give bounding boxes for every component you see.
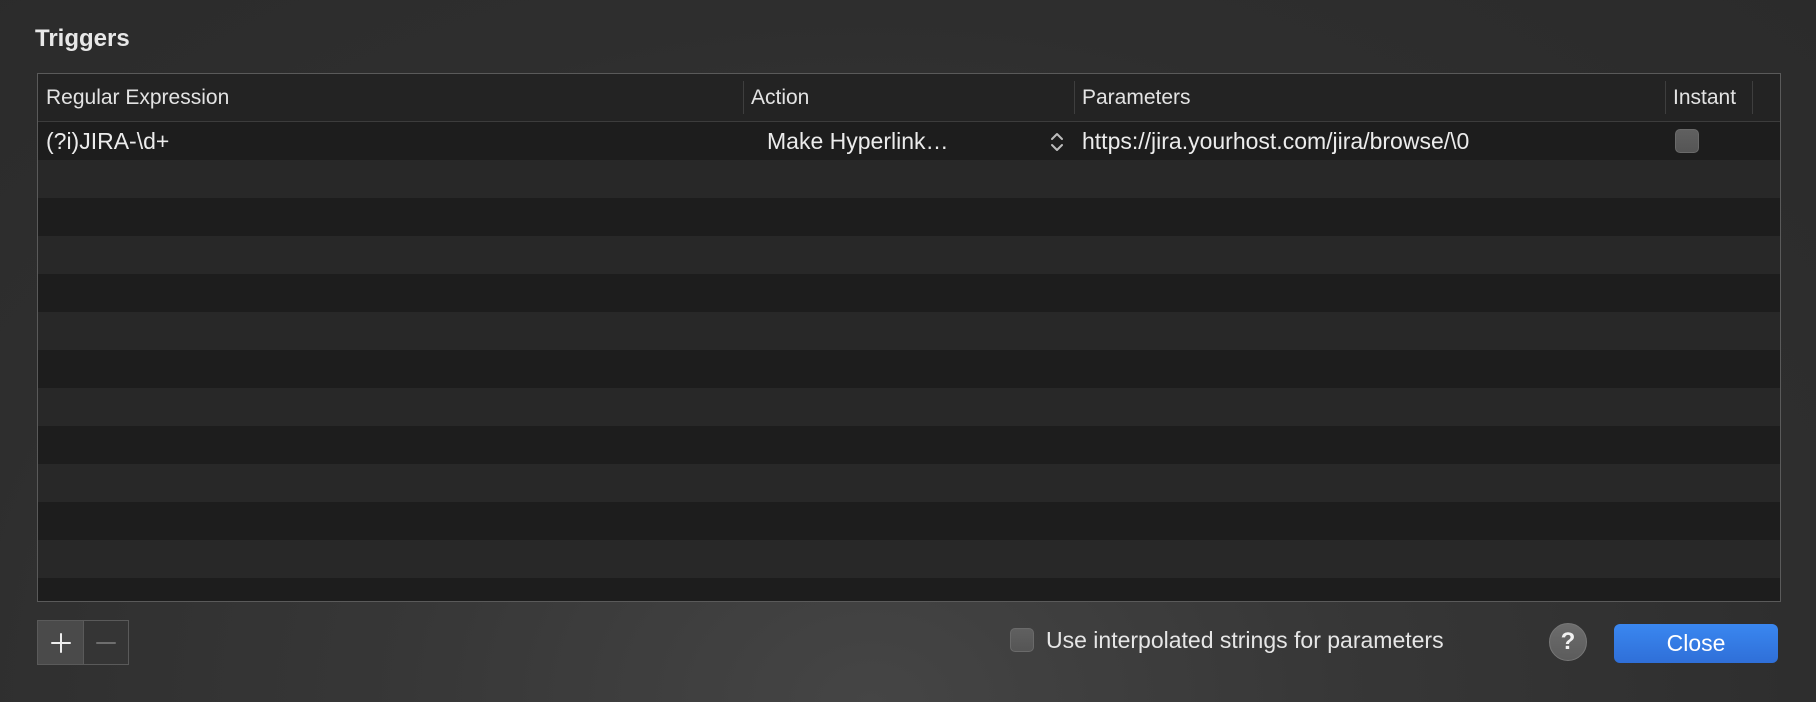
- action-popup[interactable]: Make Hyperlink…: [767, 122, 949, 160]
- help-button[interactable]: ?: [1549, 623, 1587, 661]
- empty-row: [38, 464, 1780, 502]
- empty-row: [38, 274, 1780, 312]
- table-row[interactable]: (?i)JIRA-\d+ Make Hyperlink… https://jir…: [38, 122, 1780, 160]
- empty-row: [38, 198, 1780, 236]
- interpolated-strings-checkbox[interactable]: [1010, 628, 1034, 652]
- regex-cell[interactable]: (?i)JIRA-\d+: [46, 122, 169, 160]
- empty-row: [38, 312, 1780, 350]
- add-trigger-button[interactable]: [37, 620, 83, 665]
- empty-row: [38, 388, 1780, 426]
- close-button[interactable]: Close: [1614, 624, 1778, 663]
- empty-row: [38, 426, 1780, 464]
- empty-row: [38, 160, 1780, 198]
- empty-row: [38, 350, 1780, 388]
- chevron-updown-icon[interactable]: [1049, 130, 1065, 154]
- empty-row: [38, 236, 1780, 274]
- empty-row: [38, 540, 1780, 578]
- parameters-cell[interactable]: https://jira.yourhost.com/jira/browse/\0: [1082, 122, 1469, 160]
- column-header-regular-expression[interactable]: Regular Expression: [38, 74, 743, 121]
- remove-trigger-button[interactable]: [83, 620, 129, 665]
- empty-row: [38, 578, 1780, 601]
- panel-title: Triggers: [35, 25, 130, 52]
- interpolated-strings-label[interactable]: Use interpolated strings for parameters: [1046, 627, 1444, 654]
- instant-checkbox[interactable]: [1675, 129, 1699, 153]
- triggers-table: Regular Expression Action Parameters Ins…: [37, 73, 1781, 602]
- column-header-instant[interactable]: Instant: [1665, 74, 1753, 121]
- empty-row: [38, 502, 1780, 540]
- plus-icon: [50, 632, 71, 653]
- column-header-action[interactable]: Action: [743, 74, 1073, 121]
- column-header-parameters[interactable]: Parameters: [1074, 74, 1665, 121]
- minus-icon: [96, 641, 116, 644]
- column-divider[interactable]: [1752, 81, 1753, 114]
- table-header: Regular Expression Action Parameters Ins…: [38, 74, 1780, 122]
- table-body: (?i)JIRA-\d+ Make Hyperlink… https://jir…: [38, 122, 1780, 601]
